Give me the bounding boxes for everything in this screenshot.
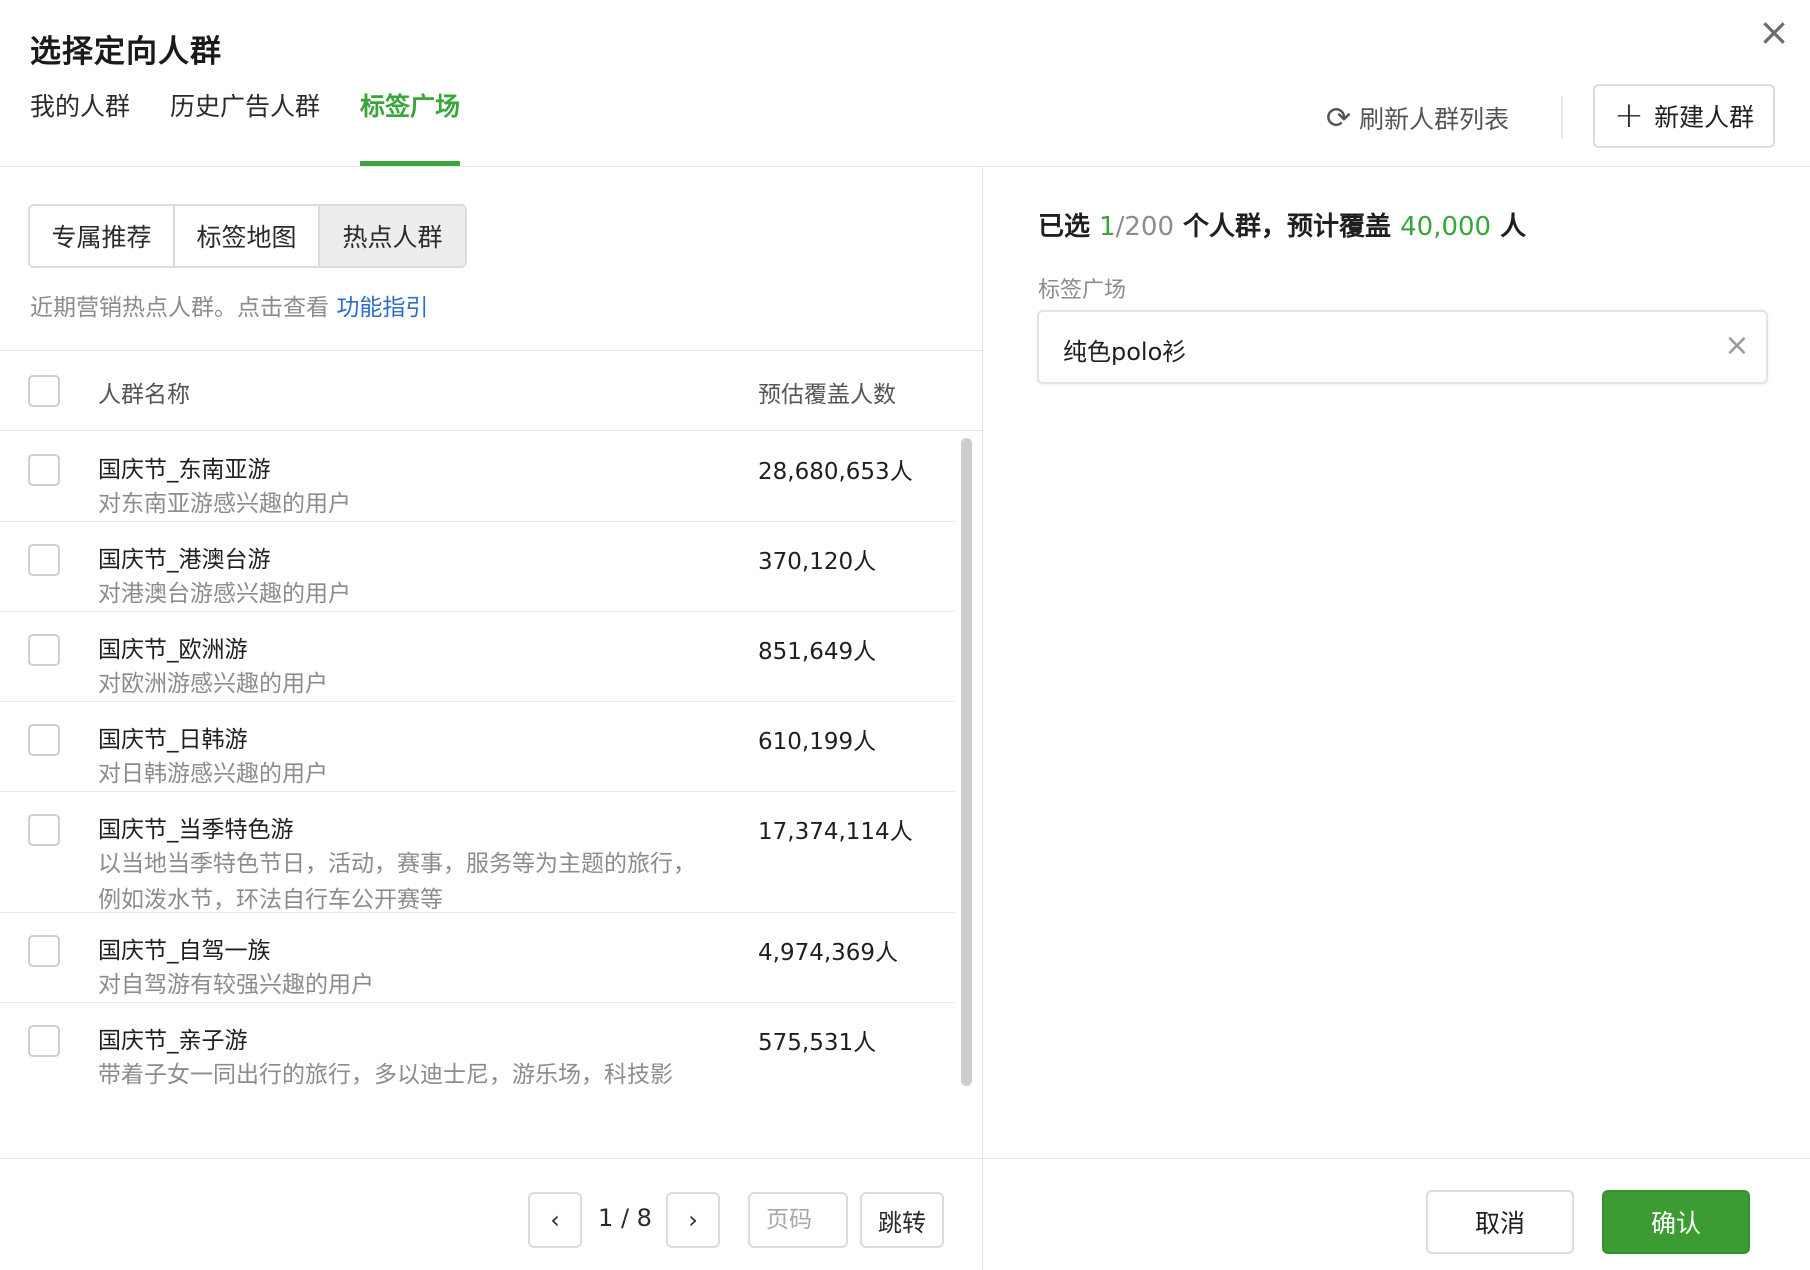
row-checkbox[interactable]	[28, 1025, 60, 1057]
refresh-icon: ⟳	[1326, 100, 1352, 136]
confirm-button[interactable]: 确认	[1602, 1190, 1750, 1254]
plus-icon: +	[1613, 95, 1645, 136]
page-indicator: 1 / 8	[598, 1204, 652, 1232]
table-row[interactable]: 国庆节_东南亚游 对东南亚游感兴趣的用户 28,680,653人	[0, 432, 955, 522]
page-number-input[interactable]	[748, 1192, 848, 1248]
audience-count: 851,649人	[758, 639, 877, 665]
remove-tag-icon[interactable]: ×	[1717, 326, 1757, 366]
audience-description: 对东南亚游感兴趣的用户	[98, 491, 351, 517]
new-audience-button[interactable]: + 新建人群	[1593, 84, 1775, 148]
audience-count: 370,120人	[758, 549, 877, 575]
row-checkbox[interactable]	[28, 634, 60, 666]
feature-guide-link[interactable]: 功能指引	[336, 295, 428, 321]
panel-divider	[982, 166, 983, 1270]
audience-name: 国庆节_东南亚游	[98, 457, 271, 483]
column-header-count: 预估覆盖人数	[758, 382, 896, 408]
select-audience-dialog: 选择定向人群 × 我的人群 历史广告人群 标签广场 ⟳ 刷新人群列表 + 新建人…	[0, 0, 1810, 1270]
row-checkbox[interactable]	[28, 935, 60, 967]
table-row[interactable]: 国庆节_当季特色游 以当地当季特色节日，活动，赛事，服务等为主题的旅行，例如泼水…	[0, 792, 955, 913]
header-divider	[0, 166, 1810, 167]
select-all-checkbox[interactable]	[28, 375, 60, 407]
tab-bar: 我的人群 历史广告人群 标签广场	[30, 88, 500, 166]
summary-prefix: 已选	[1038, 212, 1100, 242]
tab-history-ad-audiences[interactable]: 历史广告人群	[170, 88, 320, 166]
table-row[interactable]: 国庆节_自驾一族 对自驾游有较强兴趣的用户 4,974,369人	[0, 913, 955, 1003]
audience-count: 28,680,653人	[758, 459, 913, 485]
table-row[interactable]: 国庆节_亲子游 带着子女一同出行的旅行，多以迪士尼，游乐场，科技影 575,53…	[0, 1003, 955, 1093]
audience-name: 国庆节_港澳台游	[98, 547, 271, 573]
jump-button[interactable]: 跳转	[860, 1192, 944, 1248]
row-checkbox[interactable]	[28, 454, 60, 486]
row-checkbox[interactable]	[28, 724, 60, 756]
segment-hot-audiences[interactable]: 热点人群	[320, 206, 465, 266]
tab-my-audiences[interactable]: 我的人群	[30, 88, 130, 166]
dialog-title: 选择定向人群	[30, 34, 222, 70]
audience-name: 国庆节_亲子游	[98, 1028, 248, 1054]
audience-description: 对日韩游感兴趣的用户	[98, 761, 328, 787]
selection-limit: /200	[1115, 212, 1174, 242]
table-row[interactable]: 国庆节_欧洲游 对欧洲游感兴趣的用户 851,649人	[0, 612, 955, 702]
audience-count: 17,374,114人	[758, 819, 913, 845]
audience-description: 带着子女一同出行的旅行，多以迪士尼，游乐场，科技影	[98, 1062, 673, 1088]
chevron-left-icon: ‹	[550, 1206, 560, 1234]
hint-text: 近期营销热点人群。点击查看 功能指引	[30, 288, 428, 322]
close-icon[interactable]: ×	[1754, 12, 1794, 52]
audience-count: 575,531人	[758, 1030, 877, 1056]
audience-description: 对港澳台游感兴趣的用户	[98, 581, 351, 607]
audience-name: 国庆节_欧洲游	[98, 637, 248, 663]
segment-tag-map[interactable]: 标签地图	[175, 206, 320, 266]
audience-list: 国庆节_东南亚游 对东南亚游感兴趣的用户 28,680,653人 国庆节_港澳台…	[0, 432, 955, 1158]
footer-divider	[0, 1158, 1810, 1159]
cancel-button[interactable]: 取消	[1426, 1190, 1574, 1254]
new-audience-label: 新建人群	[1654, 103, 1755, 132]
audience-count: 4,974,369人	[758, 940, 899, 966]
table-row[interactable]: 国庆节_日韩游 对日韩游感兴趣的用户 610,199人	[0, 702, 955, 792]
audience-description: 对欧洲游感兴趣的用户	[98, 671, 328, 697]
summary-middle: 个人群，预计覆盖	[1174, 212, 1401, 242]
table-header: 人群名称 预估覆盖人数	[0, 351, 982, 431]
selected-tag-name: 纯色polo衫	[1063, 338, 1187, 366]
toolbar-divider	[1561, 96, 1563, 138]
audience-name: 国庆节_当季特色游	[98, 817, 294, 843]
audience-name: 国庆节_日韩游	[98, 727, 248, 753]
selection-summary: 已选 1/200 个人群，预计覆盖 40,000 人	[1038, 206, 1526, 243]
coverage-count: 40,000	[1400, 212, 1492, 242]
row-checkbox[interactable]	[28, 544, 60, 576]
summary-suffix: 人	[1491, 212, 1527, 242]
audience-description: 以当地当季特色节日，活动，赛事，服务等为主题的旅行，例如泼水节，环法自行车公开赛…	[98, 851, 696, 913]
audience-description: 对自驾游有较强兴趣的用户	[98, 972, 374, 998]
selected-tag-item: 纯色polo衫 ×	[1037, 310, 1768, 384]
chevron-right-icon: ›	[688, 1206, 698, 1234]
selected-count: 1	[1099, 212, 1116, 242]
refresh-label: 刷新人群列表	[1359, 105, 1510, 134]
row-checkbox[interactable]	[28, 814, 60, 846]
segment-exclusive-recommend[interactable]: 专属推荐	[30, 206, 175, 266]
refresh-audience-list-button[interactable]: ⟳ 刷新人群列表	[1326, 98, 1509, 138]
selected-section-label: 标签广场	[1038, 278, 1127, 303]
hint-description: 近期营销热点人群。点击查看	[30, 295, 337, 321]
list-scrollbar[interactable]	[961, 438, 972, 1086]
table-row[interactable]: 国庆节_港澳台游 对港澳台游感兴趣的用户 370,120人	[0, 522, 955, 612]
tab-tag-square[interactable]: 标签广场	[360, 88, 461, 166]
column-header-name: 人群名称	[98, 382, 190, 408]
next-page-button[interactable]: ›	[666, 1192, 720, 1248]
audience-count: 610,199人	[758, 729, 877, 755]
audience-name: 国庆节_自驾一族	[98, 938, 271, 964]
prev-page-button[interactable]: ‹	[528, 1192, 582, 1248]
category-segmented-control: 专属推荐 标签地图 热点人群	[28, 204, 467, 268]
